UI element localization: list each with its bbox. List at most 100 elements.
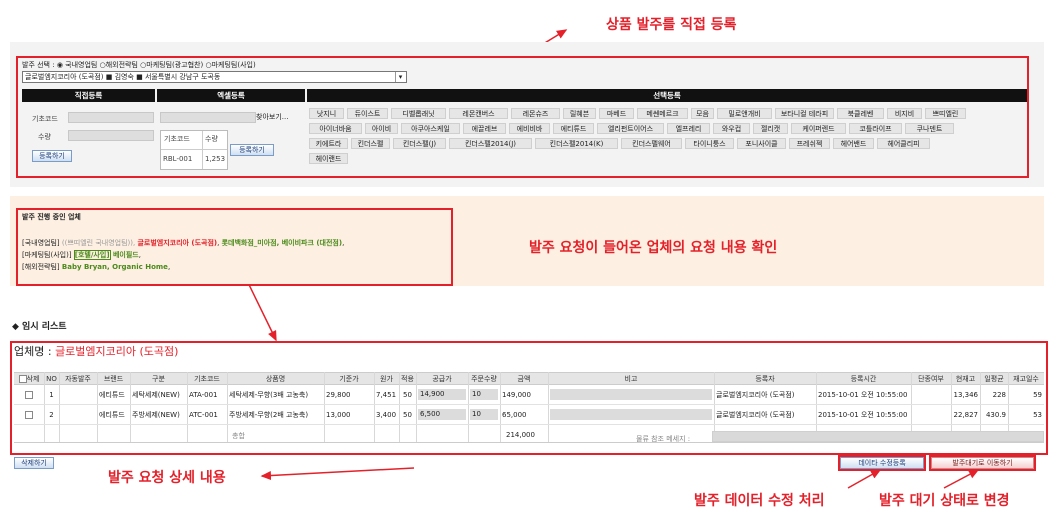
column-header: 공급가 (432, 375, 452, 383)
brand-chip[interactable]: 젤리캣 (753, 123, 788, 134)
cell-stock: 22,827 (953, 411, 979, 419)
note-input[interactable] (550, 389, 712, 400)
brand-chip[interactable]: 메쎈메르크 (637, 108, 688, 119)
excel-col-barcode: 기초코드 (164, 135, 190, 143)
logistics-label: 물류 참조 메세지 : (636, 435, 691, 443)
order-select-row: 발주 선택 : ◉ 국내영업팀 ○해외전략팀 ○마케팅팀(광고협찬) ○마케팅팀… (22, 60, 256, 70)
column-header: 원가 (380, 375, 393, 383)
brand-chip[interactable]: 보타니컬 테라피 (775, 108, 834, 119)
company-link-bayfield[interactable]: 베이필드 (111, 251, 139, 259)
order-select-label: 발주 선택 : (22, 61, 55, 69)
row-select (16, 389, 42, 401)
brand-chip[interactable]: 레몬캔버스 (449, 108, 508, 119)
company-select-value: 글로벌엠지코리아 (도곡점) ■ 김영숙 ■ 서울특별시 강남구 도곡동 (25, 73, 221, 81)
cell-brand: 에티튜드 (99, 411, 125, 419)
brand-chip[interactable]: 아이너바움 (309, 123, 362, 134)
move-to-wait-button[interactable]: 발주대기로 이동하기 (931, 457, 1034, 469)
brand-chip[interactable]: 쁘띠엘린 (925, 108, 966, 119)
company-link-overseas[interactable]: Baby Bryan, Organic Home (62, 263, 168, 271)
company-link-lotte[interactable]: 롯데백화점_미아점, 베이비파크 (대전점) (222, 239, 342, 247)
brand-chip[interactable]: 케이퍼렌드 (791, 123, 846, 134)
brand-chip[interactable]: 레몬슈즈 (511, 108, 560, 119)
column-header: 등록자 (755, 375, 775, 383)
brand-chip[interactable]: 듀이스트 (347, 108, 388, 119)
brand-chip[interactable]: 에비비바 (509, 123, 550, 134)
excel-register-header: 엑셀등록 (157, 89, 305, 102)
brand-chip[interactable]: 헤어밴드 (833, 138, 874, 149)
brand-chip[interactable]: 모음 (691, 108, 714, 119)
brand-chip[interactable]: 밀로앤개비 (717, 108, 772, 119)
radio-domestic[interactable]: ◉ 국내영업팀 (57, 61, 98, 69)
brand-chip[interactable]: 에티튜드 (553, 123, 594, 134)
brand-chip[interactable]: 낫지니 (309, 108, 344, 119)
brand-chip[interactable]: 포니사이클 (737, 138, 786, 149)
in-progress-line-overseas: [해외전략팀] Baby Bryan, Organic Home, (22, 263, 171, 271)
column-header: 등록시간 (850, 375, 877, 383)
brand-chip[interactable]: 헤이랜드 (309, 153, 348, 164)
radio-marketing-ad[interactable]: ○마케팅팀(광고협찬) (140, 61, 203, 69)
brand-chip[interactable]: 마베드 (599, 108, 634, 119)
brand-chip[interactable]: 아쿠아스케일 (401, 123, 460, 134)
brand-chip[interactable]: 킨더스펠2014(J) (449, 138, 532, 149)
column-header: 적용 (401, 375, 414, 383)
chevron-down-icon[interactable]: ▾ (395, 72, 405, 82)
in-progress-title: 발주 진행 중인 업체 (22, 213, 81, 221)
note-input[interactable] (550, 409, 712, 420)
brand-chip[interactable]: 쿠나덴트 (905, 123, 954, 134)
cell-type: 세탁세제(NEW) (132, 391, 180, 399)
cell-supply[interactable]: 6,500 (418, 409, 466, 420)
brand-chip[interactable]: 프레쉬젝 (789, 138, 830, 149)
cell-cost: 7,451 (376, 391, 397, 399)
cell-amount: 149,000 (502, 391, 531, 399)
qty-input[interactable] (68, 130, 154, 141)
barcode-input[interactable] (68, 112, 154, 123)
company-link-petit[interactable]: ((쁘띠엘린 국내영업팀)), (62, 239, 138, 247)
brand-chip[interactable]: 타이니퉁스 (685, 138, 734, 149)
cell-qty[interactable]: 10 (470, 409, 498, 420)
brand-chip[interactable]: 킨더스펠(J) (393, 138, 446, 149)
company-link-global[interactable]: 글로벌엠지코리아 (도곡점) (137, 239, 217, 247)
brand-chip[interactable]: 와우컵 (713, 123, 750, 134)
brand-chip[interactable]: 엘리펀트이어스 (597, 123, 664, 134)
logistics-input[interactable] (712, 431, 1044, 442)
brand-chip[interactable]: 아이비 (365, 123, 398, 134)
column-header: 현재고 (955, 375, 976, 383)
cell-qty[interactable]: 10 (470, 389, 498, 400)
brand-chip[interactable]: 엘프레리 (667, 123, 710, 134)
brand-chip[interactable]: 키에트라 (309, 138, 348, 149)
arrow-wait (943, 469, 980, 489)
qty-label: 수량 (38, 133, 51, 141)
radio-overseas[interactable]: ○해외전략팀 (100, 61, 138, 69)
brand-chip[interactable]: 디벨롭래닛 (391, 108, 446, 119)
excel-preview-table: 기초코드 수량 RBL-001 1,253 (160, 130, 228, 170)
brand-chip[interactable]: 킨더스펠2014(K) (535, 138, 618, 149)
radio-marketing-buy[interactable]: ○마케팅팀(사입) (205, 61, 255, 69)
excel-register-button[interactable]: 등록하기 (230, 144, 274, 156)
direct-register-button[interactable]: 등록하기 (32, 150, 72, 162)
brand-chip[interactable]: 북클레벤 (837, 108, 884, 119)
brand-chip[interactable]: 비지비 (887, 108, 922, 119)
column-header: 구분 (152, 375, 165, 383)
brand-chip[interactable]: 킨더스펠 (351, 138, 390, 149)
company-select[interactable]: 글로벌엠지코리아 (도곡점) ■ 김영숙 ■ 서울특별시 강남구 도곡동 ▾ (22, 71, 407, 83)
brand-chip[interactable]: 릴혜븐 (563, 108, 596, 119)
brand-chip[interactable]: 킨더스펠웨어 (621, 138, 682, 149)
row-checkbox[interactable] (25, 391, 33, 399)
brand-chip[interactable]: 헤어클리피 (877, 138, 930, 149)
excel-file-input[interactable] (160, 112, 256, 123)
select-all-checkbox[interactable] (18, 375, 27, 383)
cell-time: 2015-10-01 오전 10:55:00 (818, 391, 908, 399)
cell-supply[interactable]: 14,900 (418, 389, 466, 400)
row-checkbox[interactable] (25, 411, 33, 419)
column-header: 삭제 (14, 373, 44, 385)
cell-stock: 13,346 (953, 391, 979, 399)
column-header: 기준가 (339, 375, 359, 383)
annotation-edit: 발주 데이터 수정 처리 (694, 493, 825, 509)
cell-cost: 3,400 (376, 411, 397, 419)
cell-avg: 228 (992, 391, 1006, 399)
delete-button[interactable]: 삭제하기 (14, 457, 54, 469)
brand-chip[interactable]: 에끌레브 (463, 123, 506, 134)
browse-button[interactable]: 찾아보기... (256, 112, 288, 122)
cell-time: 2015-10-01 오전 10:55:00 (818, 411, 908, 419)
brand-chip[interactable]: 코틀라이프 (849, 123, 902, 134)
